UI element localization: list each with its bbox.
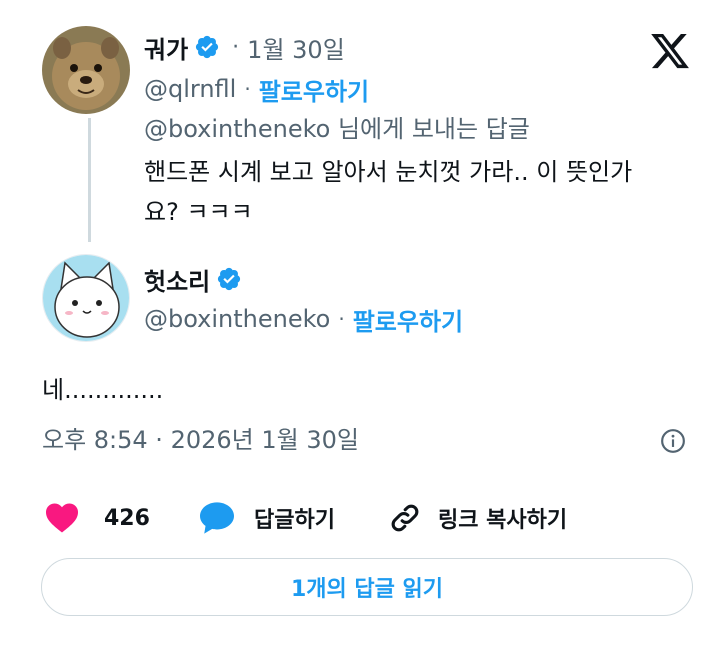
main-post-header: 헛소리 [144, 262, 242, 296]
quokka-avatar[interactable] [42, 26, 130, 114]
reply-date-separator: · [232, 34, 240, 60]
verified-badge-icon [216, 266, 242, 292]
like-action[interactable]: 426 [44, 500, 150, 536]
main-author-name[interactable]: 헛소리 [144, 262, 210, 297]
read-replies-label: 1개의 답글 읽기 [290, 577, 444, 602]
link-icon [388, 501, 422, 535]
info-icon[interactable] [660, 428, 686, 454]
replying-to-label: @boxintheneko 님에게 보내는 답글 [144, 115, 530, 143]
cat-avatar[interactable] [42, 254, 130, 342]
copy-link-label: 링크 복사하기 [438, 508, 568, 533]
follow-button[interactable]: 팔로우하기 [259, 72, 369, 107]
reply-author-name[interactable]: 궈가 [144, 30, 188, 65]
main-author-handle[interactable]: @boxintheneko [144, 305, 330, 333]
likes-count: 426 [104, 505, 150, 531]
main-post-text: 네............. [42, 376, 164, 404]
reply-action-label: 답글하기 [254, 508, 335, 533]
reply-post-header: 궈가 · 1월 30일 [144, 30, 345, 64]
main-handle-row: @boxintheneko · 팔로우하기 [144, 302, 463, 336]
verified-badge-icon [194, 34, 220, 60]
thread-connector-line [88, 118, 91, 242]
post-timestamp[interactable]: 오후 8:54 · 2026년 1월 30일 [42, 422, 359, 458]
reply-text-line-1: 핸드폰 시계 보고 알아서 눈치껏 가라.. 이 뜻인가 [144, 158, 633, 186]
follow-separator: · [244, 77, 251, 101]
reply-action[interactable]: 답글하기 [198, 500, 335, 536]
reply-date[interactable]: 1월 30일 [247, 30, 345, 65]
read-replies-button[interactable]: 1개의 답글 읽기 [41, 558, 693, 616]
reply-handle-row: @qlrnfll · 팔로우하기 [144, 72, 369, 106]
reply-text-line-2: 요? ㅋㅋㅋ [144, 198, 253, 226]
follow-separator: · [338, 307, 345, 331]
copy-link-action[interactable]: 링크 복사하기 [388, 500, 567, 536]
speech-bubble-icon [198, 501, 236, 535]
x-logo-close-icon[interactable] [648, 30, 692, 72]
reply-author-handle[interactable]: @qlrnfll [144, 75, 236, 103]
heart-icon [44, 502, 80, 534]
follow-button[interactable]: 팔로우하기 [353, 302, 463, 337]
